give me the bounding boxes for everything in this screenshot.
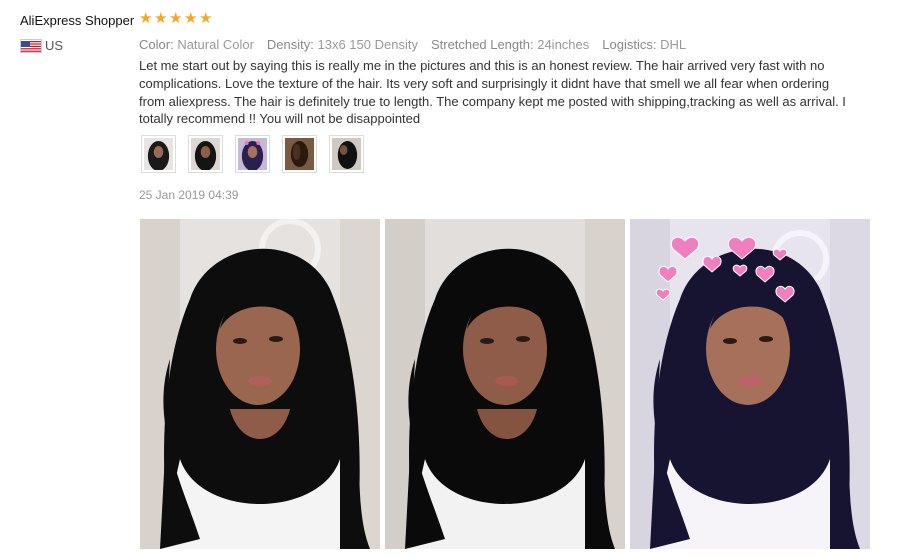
attribute-label: Stretched Length: (430, 37, 534, 52)
photo-thumbnail[interactable] (188, 135, 223, 173)
star-icon: ★ (199, 10, 213, 27)
review-photo[interactable] (140, 219, 380, 549)
attribute-length: Stretched Length: 24inches (431, 37, 589, 52)
photo-thumbnails (141, 135, 364, 173)
photo-thumbnail[interactable] (141, 135, 176, 173)
review-photo[interactable] (385, 219, 625, 549)
attribute-value: DHL (660, 37, 687, 52)
star-icon: ★ (184, 10, 198, 27)
attribute-label: Density: (266, 37, 314, 52)
attribute-label: Logistics: (602, 37, 657, 52)
reviewer-name: AliExpress Shopper (20, 13, 135, 28)
attribute-label: Color: (139, 37, 174, 52)
attribute-value: 24inches (537, 37, 590, 52)
star-icon: ★ (139, 10, 153, 27)
us-flag-icon (20, 39, 42, 53)
photo-thumbnail[interactable] (282, 135, 317, 173)
photo-thumbnail[interactable] (235, 135, 270, 173)
reviewer-country: US (45, 38, 64, 53)
review-date: 25 Jan 2019 04:39 (139, 188, 239, 202)
attribute-value: 13x6 150 Density (317, 37, 418, 52)
attribute-logistics: Logistics: DHL (602, 37, 686, 52)
attribute-color: Color: Natural Color (139, 37, 254, 52)
review-photo[interactable] (630, 219, 870, 549)
attribute-value: Natural Color (177, 37, 254, 52)
attribute-density: Density: 13x6 150 Density (267, 37, 418, 52)
star-icon: ★ (154, 10, 168, 27)
review-text: Let me start out by saying this is reall… (139, 58, 846, 127)
star-icon: ★ (169, 10, 183, 27)
review-photos (140, 219, 870, 549)
star-rating: ★ ★ ★ ★ ★ (139, 11, 214, 26)
photo-thumbnail[interactable] (329, 135, 364, 173)
product-attributes: Color: Natural Color Density: 13x6 150 D… (139, 37, 686, 52)
